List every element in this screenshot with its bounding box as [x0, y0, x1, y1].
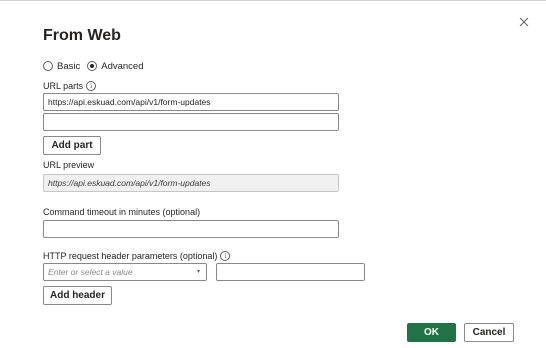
timeout-label: Command timeout in minutes (optional) [43, 207, 201, 217]
dialog-title: From Web [43, 27, 121, 44]
url-part-1-input[interactable]: https://api.eskuad.com/api/v1/form-updat… [43, 93, 339, 111]
add-header-button[interactable]: Add header [43, 286, 112, 305]
basic-radio[interactable]: Basic [43, 61, 80, 72]
info-icon[interactable]: i [220, 251, 231, 261]
ok-button[interactable]: OK [407, 323, 456, 342]
url-preview-field: https://api.eskuad.com/api/v1/form-updat… [43, 174, 339, 192]
close-icon[interactable] [517, 15, 531, 29]
advanced-radio-label: Advanced [101, 60, 144, 72]
basic-radio-label: Basic [57, 60, 81, 72]
timeout-input[interactable] [43, 220, 339, 238]
http-headers-label: HTTP request header parameters (optional… [43, 251, 218, 261]
from-web-dialog: From Web Basic Advanced URL parts i http… [0, 0, 546, 348]
header-key-dropdown[interactable]: Enter or select a value ▾ [43, 263, 207, 281]
advanced-radio[interactable]: Advanced [87, 60, 144, 72]
url-part-2-input[interactable] [43, 113, 339, 131]
url-parts-label: URL parts [43, 81, 84, 91]
add-part-button[interactable]: Add part [43, 136, 101, 155]
advanced-radio-circle[interactable] [87, 61, 98, 71]
mode-radio-group: Basic Advanced [43, 60, 151, 72]
basic-radio-circle[interactable] [43, 61, 53, 71]
header-value-input[interactable] [216, 263, 365, 281]
url-preview-value: https://api.eskuad.com/api/v1/form-updat… [48, 178, 211, 188]
info-icon[interactable]: i [86, 81, 97, 91]
chevron-down-icon[interactable]: ▾ [197, 268, 200, 275]
http-headers-label-row: HTTP request header parameters (optional… [43, 251, 231, 261]
cancel-button[interactable]: Cancel [464, 323, 514, 342]
header-key-placeholder: Enter or select a value [48, 267, 133, 277]
url-parts-label-row: URL parts i [43, 81, 97, 91]
url-part-1-value: https://api.eskuad.com/api/v1/form-updat… [48, 97, 211, 107]
url-preview-label: URL preview [43, 160, 95, 170]
